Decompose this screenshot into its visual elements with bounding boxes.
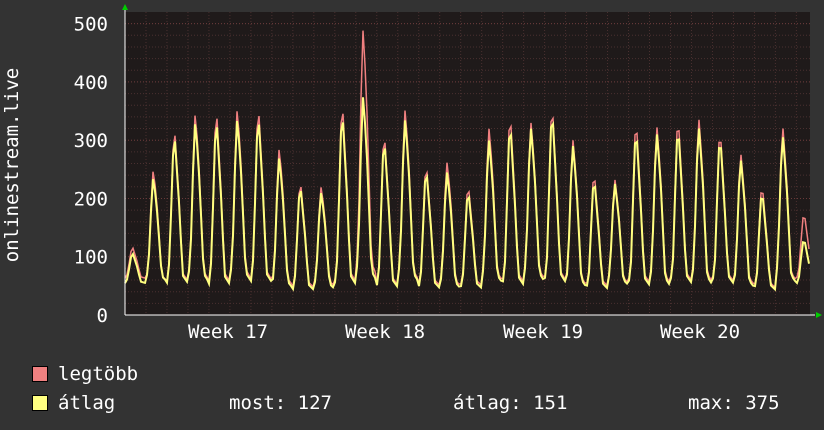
stat-atlag: átlag: 151	[453, 392, 568, 414]
legend-label-max: legtöbb	[58, 363, 139, 385]
y-axis-label: onlinestream.live	[0, 0, 24, 330]
y-tick-label: 0	[97, 305, 108, 327]
chart: 0 100 200 300 400 500 Week 17 Week 18 Week 19 Wee…	[0, 0, 824, 430]
x-tick-label: Week 19	[503, 321, 583, 343]
legend-row-max: legtöbb	[32, 362, 812, 386]
y-tick-label: 300	[74, 130, 108, 152]
y-tick-label: 200	[74, 188, 108, 210]
legend-swatch-avg	[32, 395, 48, 411]
y-tick-label: 400	[74, 72, 108, 94]
x-tick-label: Week 20	[660, 321, 740, 343]
x-axis-arrow-icon	[816, 312, 822, 318]
x-tick-label: Week 18	[345, 321, 425, 343]
legend-swatch-max	[32, 366, 48, 382]
legend-row-avg: átlag most: 127 átlag: 151 max: 375	[32, 391, 812, 415]
stat-most: most: 127	[229, 392, 332, 414]
x-tick-label: Week 17	[188, 321, 268, 343]
y-axis-label-text: onlinestream.live	[1, 67, 23, 263]
y-tick-label: 500	[74, 14, 108, 36]
y-tick-label: 100	[74, 247, 108, 269]
y-axis-arrow-icon	[122, 4, 128, 10]
stat-max: max: 375	[688, 392, 780, 414]
legend-label-avg: átlag	[58, 392, 116, 414]
